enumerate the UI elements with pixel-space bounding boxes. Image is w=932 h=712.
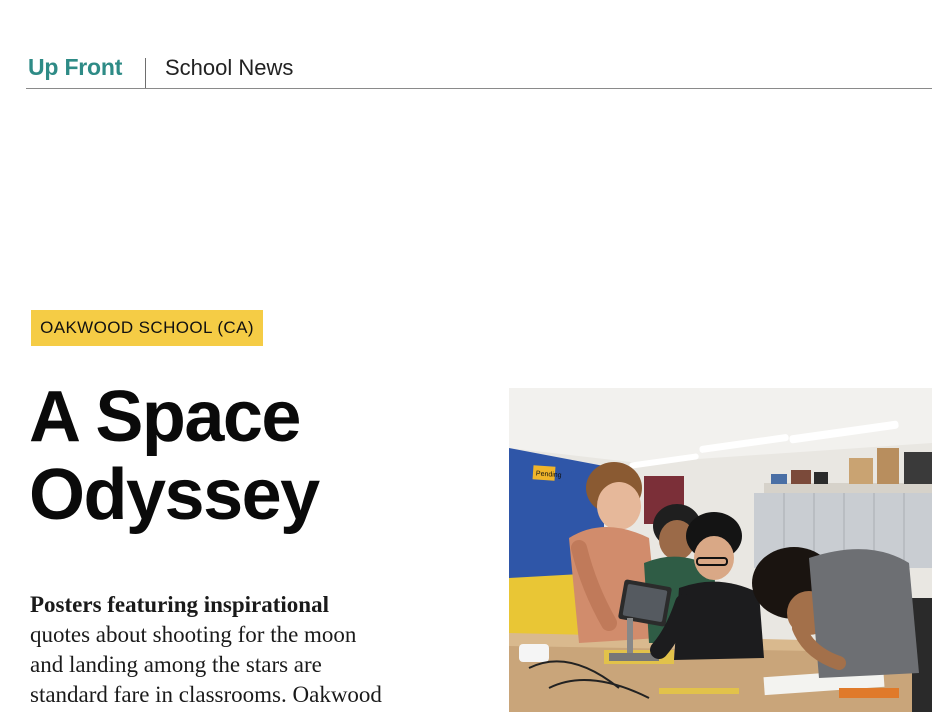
photo-icon: Pending	[509, 388, 932, 712]
subsection-name[interactable]: School News	[165, 55, 293, 81]
headline-line-2: Odyssey	[29, 455, 320, 535]
article-body: Posters featuring inspirational quotes a…	[30, 590, 450, 710]
headline-line-1: A Space	[29, 377, 301, 457]
article-photo: Pending	[509, 388, 932, 712]
kicker-label: OAKWOOD SCHOOL (CA)	[40, 318, 254, 337]
body-rest: quotes about shooting for the moon and l…	[30, 622, 382, 707]
article-headline: A Space Odyssey	[29, 378, 469, 534]
body-lead: Posters featuring inspirational	[30, 592, 329, 617]
header-rule	[26, 88, 932, 89]
kicker-tag: OAKWOOD SCHOOL (CA)	[31, 310, 263, 346]
header-divider	[145, 58, 146, 88]
section-name[interactable]: Up Front	[28, 54, 122, 81]
section-header: Up Front School News	[28, 52, 932, 88]
